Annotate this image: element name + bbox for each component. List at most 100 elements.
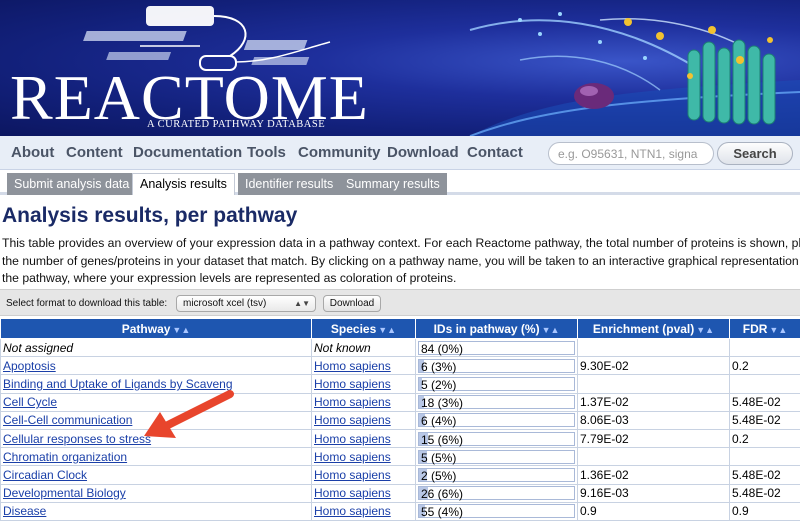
pathway-cell: Circadian Clock — [0, 465, 312, 485]
ids-cell: 6 (3%) — [415, 356, 578, 376]
nav-content[interactable]: Content — [66, 144, 123, 161]
fdr-cell: 0.2 — [729, 356, 800, 376]
tab-analysis-results[interactable]: Analysis results — [132, 173, 235, 195]
pathway-cell: Disease — [0, 501, 312, 521]
sort-icon[interactable]: ▼▲ — [378, 325, 396, 335]
pathway-link[interactable]: Cell Cycle — [3, 395, 57, 409]
species-cell: Homo sapiens — [311, 483, 416, 503]
enrichment-cell: 0.9 — [577, 501, 730, 521]
sort-icon[interactable]: ▼▲ — [696, 325, 714, 335]
search-input[interactable] — [548, 142, 714, 165]
ids-value: 55 (4%) — [421, 505, 464, 520]
species-cell: Not known — [311, 337, 416, 358]
sort-icon[interactable]: ▼▲ — [172, 325, 190, 335]
species-cell: Homo sapiens — [311, 356, 416, 376]
intro-text: This table provides an overview of your … — [2, 236, 800, 285]
table-body: Not assigned Not known 84 (0%) Apoptosis Hom… — [0, 337, 800, 521]
download-format-select[interactable]: microsoft xcel (tsv) ▲▼ — [176, 295, 316, 312]
species-link[interactable]: Homo sapiens — [314, 395, 391, 409]
species-link[interactable]: Homo sapiens — [314, 359, 391, 373]
fdr-cell — [729, 337, 800, 358]
ids-percentage-bar: 84 (0%) — [418, 340, 575, 355]
ids-value: 2 (5%) — [421, 468, 457, 483]
ids-value: 26 (6%) — [421, 487, 464, 502]
ids-percentage-bar: 18 (3%) — [418, 395, 575, 411]
ids-percentage-bar: 15 (6%) — [418, 431, 575, 446]
nav-download[interactable]: Download — [387, 144, 459, 161]
fdr-cell: 0.9 — [729, 501, 800, 521]
pathway-link[interactable]: Chromatin organization — [3, 450, 127, 464]
column-header-fdr[interactable]: FDR ▼▲ — [729, 318, 800, 339]
species-cell: Homo sapiens — [311, 374, 416, 394]
fdr-cell: 5.48E-02 — [729, 465, 800, 485]
ids-cell: 26 (6%) — [415, 483, 578, 503]
nav-tools[interactable]: Tools — [247, 144, 286, 161]
column-header-pathway[interactable]: Pathway ▼▲ — [0, 318, 312, 339]
ids-value: 18 (3%) — [421, 396, 464, 411]
enrichment-cell: 8.06E-03 — [577, 410, 730, 430]
column-header-enrichment[interactable]: Enrichment (pval) ▼▲ — [577, 318, 730, 339]
pathway-cell: Apoptosis — [0, 356, 312, 376]
tab-submit-analysis-data[interactable]: Submit analysis data — [7, 173, 137, 195]
pathway-link[interactable]: Developmental Biology — [3, 486, 126, 500]
species-link[interactable]: Homo sapiens — [314, 504, 391, 518]
column-header-ids[interactable]: IDs in pathway (%) ▼▲ — [415, 318, 578, 339]
column-header-species[interactable]: Species ▼▲ — [311, 318, 416, 339]
select-arrows-icon: ▲▼ — [294, 299, 310, 308]
download-button[interactable]: Download — [323, 295, 381, 312]
enrichment-cell — [577, 447, 730, 467]
pathway-link[interactable]: Cell-Cell communication — [3, 413, 132, 427]
tab-summary-results[interactable]: Summary results — [339, 173, 447, 195]
enrichment-cell: 9.30E-02 — [577, 356, 730, 376]
ids-cell: 18 (3%) — [415, 392, 578, 412]
species-link[interactable]: Homo sapiens — [314, 377, 391, 391]
species-link[interactable]: Homo sapiens — [314, 432, 391, 446]
fdr-cell — [729, 447, 800, 467]
ids-percentage-bar: 6 (4%) — [418, 413, 575, 428]
enrichment-cell: 1.37E-02 — [577, 392, 730, 412]
species-cell: Homo sapiens — [311, 447, 416, 467]
ids-percentage-bar: 55 (4%) — [418, 504, 575, 520]
species-link[interactable]: Homo sapiens — [314, 450, 391, 464]
table-row: Not assigned Not known 84 (0%) — [0, 337, 800, 358]
species-cell: Homo sapiens — [311, 410, 416, 430]
species-cell: Homo sapiens — [311, 392, 416, 412]
nav-about[interactable]: About — [11, 144, 54, 161]
search-button[interactable]: Search — [717, 142, 793, 165]
download-format-value: microsoft xcel (tsv) — [183, 298, 267, 309]
enrichment-cell — [577, 374, 730, 394]
pathway-cell: Chromatin organization — [0, 447, 312, 467]
ids-cell: 2 (5%) — [415, 465, 578, 485]
table-row: Binding and Uptake of Ligands by Scaveng… — [0, 374, 800, 394]
nav-community[interactable]: Community — [298, 144, 381, 161]
nav-contact[interactable]: Contact — [467, 144, 523, 161]
pathway-results-table: Pathway ▼▲ Species ▼▲ IDs in pathway (%) ▼▲… — [0, 318, 800, 521]
ids-value: 5 (5%) — [421, 450, 457, 465]
species-link[interactable]: Homo sapiens — [314, 413, 391, 427]
fdr-cell: 5.48E-02 — [729, 410, 800, 430]
species-link[interactable]: Homo sapiens — [314, 468, 391, 482]
logo-tagline: A CURATED PATHWAY DATABASE — [147, 119, 326, 130]
reactome-banner: REACTOME A CURATED PATHWAY DATABASE — [0, 0, 800, 136]
enrichment-cell — [577, 337, 730, 358]
ids-value: 6 (3%) — [421, 359, 457, 374]
table-row: Cell-Cell communication Homo sapiens 6 (4%… — [0, 410, 800, 430]
pathway-link[interactable]: Cellular responses to stress — [3, 432, 151, 446]
pathway-link[interactable]: Circadian Clock — [3, 468, 87, 482]
pathway-cell: Not assigned — [0, 337, 312, 358]
sort-icon[interactable]: ▼▲ — [769, 325, 787, 335]
page-title: Analysis results, per pathway — [2, 204, 298, 227]
sort-icon[interactable]: ▼▲ — [542, 325, 560, 335]
table-row: Disease Homo sapiens 55 (4%) 0.9 0.9 — [0, 501, 800, 521]
table-header-row: Pathway ▼▲ Species ▼▲ IDs in pathway (%) ▼▲… — [0, 318, 800, 339]
red-annotation-arrow-icon — [144, 390, 234, 438]
fdr-cell: 5.48E-02 — [729, 392, 800, 412]
pathway-link[interactable]: Apoptosis — [3, 359, 56, 373]
ids-percentage-bar: 26 (6%) — [418, 486, 575, 502]
species-link[interactable]: Homo sapiens — [314, 486, 391, 500]
nav-documentation[interactable]: Documentation — [133, 144, 242, 161]
ids-percentage-bar: 5 (2%) — [418, 376, 575, 391]
pathway-link[interactable]: Disease — [3, 504, 46, 518]
ids-cell: 5 (2%) — [415, 374, 578, 394]
tab-identifier-results[interactable]: Identifier results — [238, 173, 341, 195]
